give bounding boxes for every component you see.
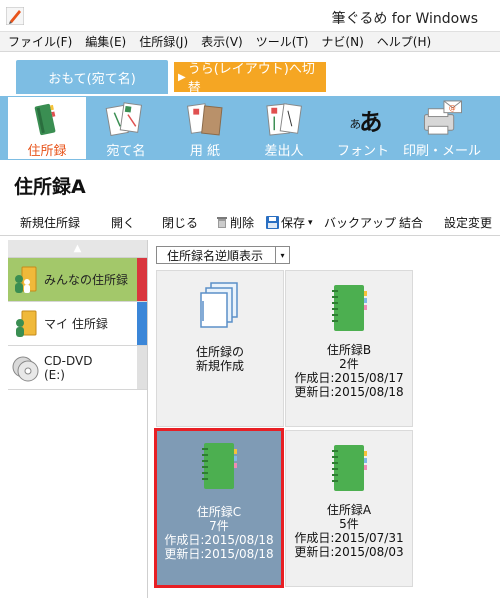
sidebar-scroll-up[interactable]: ▲	[8, 240, 147, 258]
backup-button[interactable]: バックアップ	[324, 214, 396, 231]
green-notebook-icon	[332, 285, 367, 331]
menu-tools[interactable]: ツール(T)	[256, 33, 309, 50]
drive-letter-label: (E:)	[44, 367, 65, 382]
font-icon: あ あ	[349, 108, 382, 136]
address-book-card-selected[interactable]: 住所録C 7件 作成日:2015/08/18 更新日:2015/08/18	[154, 428, 284, 588]
menu-navi[interactable]: ナビ(N)	[321, 33, 363, 50]
dropdown-arrow-icon: ▾	[275, 247, 289, 263]
address-book-card[interactable]: 住所録B 2件 作成日:2015/08/17 更新日:2015/08/18	[285, 270, 413, 427]
ribbon-label: フォント	[336, 144, 389, 159]
ribbon-print-mail[interactable]: @ 印刷・メール	[403, 97, 481, 159]
ribbon-label: 用 紙	[189, 144, 221, 159]
ribbon-label: 宛て名	[106, 144, 146, 159]
card-count: 7件	[209, 519, 229, 533]
card-title-line1: 住所録の	[195, 345, 244, 359]
ribbon-address-side[interactable]: 宛て名	[87, 97, 165, 159]
card-name: 住所録B	[326, 343, 372, 357]
new-document-icon	[200, 282, 238, 328]
blue-category-strip	[137, 302, 147, 345]
card-name: 住所録C	[196, 505, 242, 519]
sidebar-item-label: みんなの住所録	[44, 273, 129, 287]
ribbon-label: 住所録	[27, 144, 67, 159]
people-book-icon	[15, 266, 37, 293]
sidebar-item-my-address-book[interactable]: マイ 住所録	[8, 302, 147, 346]
new-address-book-card[interactable]: 住所録の 新規作成	[156, 270, 284, 427]
menu-edit[interactable]: 編集(E)	[85, 33, 126, 50]
save-dropdown-arrow-icon[interactable]: ▾	[308, 218, 313, 228]
ribbon-address-book[interactable]: 住所録	[8, 97, 86, 159]
card-name: 住所録A	[326, 503, 372, 517]
green-notebook-icon	[202, 443, 237, 489]
toolbar: 新規住所録 開く 閉じる 削除 保存 ▾ バックアップ 結合 設定変更	[0, 210, 500, 236]
page-title: 住所録A	[14, 176, 86, 198]
menu-view[interactable]: 表示(V)	[201, 33, 243, 50]
green-notebook-icon	[332, 445, 367, 491]
save-disk-icon	[266, 216, 279, 229]
ribbon: 住所録 宛て名 用 紙 差出人 あ あ フォント @ 印刷・メール	[0, 96, 500, 160]
postcard-icon	[105, 102, 143, 136]
delete-label: 削除	[230, 216, 255, 230]
delete-button[interactable]: 削除	[216, 214, 254, 231]
tab-front-address[interactable]: おもて(宛て名)	[16, 60, 168, 94]
change-settings-button[interactable]: 設定変更	[444, 214, 492, 231]
address-book-icon	[34, 103, 56, 136]
menu-address-book[interactable]: 住所録(J)	[139, 33, 188, 50]
svg-text:あ: あ	[359, 108, 382, 136]
sidebar-item-label: マイ 住所録	[44, 317, 108, 331]
sidebar-item-shared-address-book[interactable]: みんなの住所録	[8, 258, 147, 302]
new-address-book-button[interactable]: 新規住所録	[20, 214, 80, 231]
sender-card-icon	[266, 103, 302, 136]
card-count: 2件	[339, 357, 359, 371]
ribbon-sender[interactable]: 差出人	[245, 97, 323, 159]
disc-icon	[12, 356, 39, 381]
save-button[interactable]: 保存	[266, 214, 305, 231]
side-tab-bar: おもて(宛て名) ▶ うら(レイアウト)へ切替	[0, 52, 500, 96]
card-created-date: 作成日:2015/07/31	[294, 531, 404, 545]
play-arrow-icon: ▶	[178, 71, 186, 83]
tab-switch-back-label: うら(レイアウト)へ切替	[187, 62, 315, 96]
ribbon-label: 差出人	[264, 144, 304, 159]
cd-dvd-label: CD-DVD	[44, 353, 93, 368]
menu-bar: ファイル(F) 編集(E) 住所録(J) 表示(V) ツール(T) ナビ(N) …	[0, 32, 500, 52]
open-button[interactable]: 開く	[111, 214, 135, 231]
title-bar: 筆ぐるめ for Windows	[0, 0, 500, 32]
card-updated-date: 更新日:2015/08/18	[294, 385, 404, 399]
close-button[interactable]: 閉じる	[162, 214, 198, 231]
sidebar-item-cd-dvd[interactable]: CD-DVD (E:)	[8, 346, 147, 390]
sidebar-item-label: CD-DVD (E:)	[44, 354, 92, 382]
menu-file[interactable]: ファイル(F)	[8, 33, 72, 50]
card-count: 5件	[339, 517, 359, 531]
address-book-card[interactable]: 住所録A 5件 作成日:2015/07/31 更新日:2015/08/03	[285, 430, 413, 587]
merge-button[interactable]: 結合	[399, 214, 423, 231]
tab-switch-back-layout[interactable]: ▶ うら(レイアウト)へ切替	[174, 62, 326, 96]
person-book-icon	[16, 310, 37, 337]
gray-category-strip	[137, 346, 147, 389]
card-updated-date: 更新日:2015/08/03	[294, 545, 404, 559]
red-category-strip	[137, 258, 147, 301]
ribbon-paper[interactable]: 用 紙	[166, 97, 244, 159]
trash-icon	[217, 217, 227, 228]
card-created-date: 作成日:2015/08/17	[294, 371, 404, 385]
ribbon-font[interactable]: あ あ フォント	[324, 97, 402, 159]
app-icon	[6, 7, 24, 25]
ribbon-label: 印刷・メール	[403, 144, 482, 159]
menu-help[interactable]: ヘルプ(H)	[377, 33, 431, 50]
paper-icon	[187, 103, 223, 136]
printer-mail-icon: @	[423, 100, 462, 135]
sort-order-value: 住所録名逆順表示	[167, 248, 264, 263]
window-title: 筆ぐるめ for Windows	[331, 11, 478, 27]
sidebar: ▲ みんなの住所録 マイ 住所録 CD-DVD (E:)	[8, 240, 148, 598]
card-created-date: 作成日:2015/08/18	[164, 533, 274, 547]
svg-text:@: @	[449, 105, 456, 113]
save-label: 保存	[281, 216, 306, 230]
card-title-line2: 新規作成	[195, 359, 244, 373]
sort-order-select[interactable]: 住所録名逆順表示 ▾	[156, 246, 290, 264]
card-updated-date: 更新日:2015/08/18	[164, 547, 274, 561]
